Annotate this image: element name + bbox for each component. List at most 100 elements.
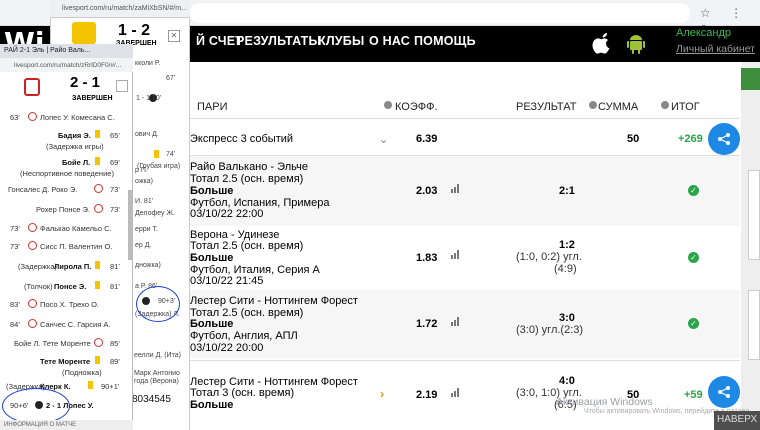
nav-item-results[interactable]: РЕЗУЛЬТАТЫ xyxy=(236,34,321,48)
event-player: Лирола П. xyxy=(54,262,92,271)
col-header-sum: СУММА xyxy=(598,101,639,113)
team-logo-rayo xyxy=(24,78,40,96)
col-header-odds: КОЭФФ. xyxy=(395,101,438,113)
settings-icon[interactable]: ✕ xyxy=(168,30,180,42)
substitution-icon xyxy=(28,223,37,232)
check-icon: ✓ xyxy=(688,185,699,196)
share-icon[interactable] xyxy=(708,123,740,155)
event-player: Бойе Л. xyxy=(62,158,91,167)
row-pick: Больше xyxy=(190,185,234,197)
row-odds: 1.83 xyxy=(416,252,438,264)
event-minute: 85' xyxy=(110,339,120,348)
substitution-icon xyxy=(94,338,103,347)
row-odds: 2.03 xyxy=(416,185,438,197)
express-total: +269 xyxy=(678,133,703,145)
user-name[interactable]: Александр xyxy=(676,27,731,39)
event-text: Санчес С. Гарсия А. xyxy=(40,320,111,329)
event-note: (Толчок) xyxy=(24,282,53,291)
stats-bars-icon[interactable] xyxy=(451,184,459,196)
event-minute: 73' xyxy=(10,242,20,251)
substitution-icon xyxy=(94,204,103,213)
event-text: Посо Х. Трехо О. xyxy=(40,300,99,309)
divider xyxy=(190,360,740,361)
row-result-corners: (4:9) xyxy=(554,263,577,275)
row-market: Тотал 2.5 (осн. время) xyxy=(190,240,304,252)
stats-bars-icon[interactable] xyxy=(451,388,459,400)
event-text: Рохер Понсе Э. xyxy=(36,205,91,214)
single-odds: 2.19 xyxy=(416,389,438,401)
address-bar[interactable] xyxy=(190,3,690,23)
mid-event: 1 - 1 70' xyxy=(136,95,162,102)
right-sidebar-accent xyxy=(741,68,760,90)
row-date: 03/10/22 21:45 xyxy=(190,275,264,287)
mid-event: еелли Д. (Ита) xyxy=(134,352,181,359)
substitution-icon xyxy=(28,112,37,121)
sort-icon[interactable] xyxy=(384,101,392,109)
check-icon: ✓ xyxy=(688,318,699,329)
mid-event: Делофеу Ж. xyxy=(135,210,175,217)
sort-icon[interactable] xyxy=(661,101,669,109)
apple-icon[interactable] xyxy=(592,32,614,56)
event-text: Бойе Л. Тете Моренте xyxy=(14,339,91,348)
match-info-header[interactable]: ИНФОРМАЦИЯ О МАТЧЕ xyxy=(0,420,133,430)
team-logo-verona xyxy=(72,22,96,44)
substitution-icon xyxy=(94,184,103,193)
substitution-icon xyxy=(28,299,37,308)
yellow-card-icon xyxy=(95,356,100,364)
mid-event: года (Верона) xyxy=(134,378,179,385)
row-result-detail: (1:0, 0:2) угл. xyxy=(516,251,582,263)
event-text: Сисс П. Валентин О. xyxy=(40,242,113,251)
express-odds: 6.39 xyxy=(416,133,438,145)
mid-event: кколи Р. xyxy=(135,60,161,67)
event-minute: 89' xyxy=(110,357,120,366)
row-result: 3:0 xyxy=(559,312,575,324)
event-note: (Подножка) xyxy=(62,368,102,377)
express-label[interactable]: Экспресс 3 событий xyxy=(190,133,293,145)
mid-event: 8034545 xyxy=(132,394,171,405)
event-minute: 63' xyxy=(10,113,20,122)
single-pick: Больше xyxy=(190,399,234,411)
nav-item-clubs[interactable]: КЛУБЫ xyxy=(318,34,364,48)
chevron-down-icon[interactable]: ⌄ xyxy=(379,133,388,146)
mid-window-url[interactable]: livesport.com/ru/match/zaMiXbSN/#/m... xyxy=(62,5,187,12)
mid-event: ерри Т. xyxy=(135,226,158,233)
stats-bars-icon[interactable] xyxy=(451,317,459,329)
event-minute: 83' xyxy=(10,300,20,309)
event-minute: 90+1' xyxy=(101,382,120,391)
left-window-url[interactable]: livesport.com/ru/match/zRrlD0F0/#/... xyxy=(14,62,121,69)
check-icon: ✓ xyxy=(688,252,699,263)
scrollbar[interactable] xyxy=(128,190,132,260)
yellow-card-icon xyxy=(95,157,100,165)
event-player: Понсе Э. xyxy=(54,282,87,291)
mid-event: р П. xyxy=(135,167,148,174)
event-note: (Задержка) xyxy=(18,262,58,271)
event-text: Фалькао Камельо С. xyxy=(40,224,112,233)
mid-event: И. 81' xyxy=(135,198,154,205)
nav-item-help[interactable]: ПОМОЩЬ xyxy=(414,34,476,48)
sort-icon[interactable] xyxy=(589,101,597,109)
chevron-right-icon[interactable]: › xyxy=(380,387,384,401)
substitution-icon xyxy=(28,241,37,250)
express-sum: 50 xyxy=(627,133,640,145)
mid-score: 1 - 2 xyxy=(118,22,151,39)
event-minute: 65' xyxy=(110,131,120,140)
left-window-tab[interactable]: РАЙ 2-1 Эль | Райо Валь... xyxy=(0,44,133,58)
row-result: 1:2 xyxy=(559,239,575,251)
row-date: 03/10/22 22:00 xyxy=(190,208,264,220)
mid-event: 67' xyxy=(166,75,176,82)
yellow-card-icon xyxy=(88,381,93,389)
nav-item-about[interactable]: О НАС xyxy=(369,34,410,48)
stats-bars-icon[interactable] xyxy=(451,250,459,262)
share-icon[interactable] xyxy=(708,376,740,408)
single-result: 4:0 xyxy=(559,375,575,387)
cabinet-link[interactable]: Личный кабинет xyxy=(676,43,755,55)
left-score: 2 - 1 xyxy=(70,74,101,91)
android-icon[interactable] xyxy=(626,33,646,54)
to-top-button[interactable]: НАВЕРХ xyxy=(714,411,760,430)
mid-event: дножка) xyxy=(135,262,161,269)
event-minute: 81' xyxy=(110,282,120,291)
event-player: Тете Моренте xyxy=(40,357,91,366)
row-pick: Больше xyxy=(190,252,234,264)
divider xyxy=(190,118,740,119)
single-market: Тотал 3 (осн. время) xyxy=(190,387,295,399)
